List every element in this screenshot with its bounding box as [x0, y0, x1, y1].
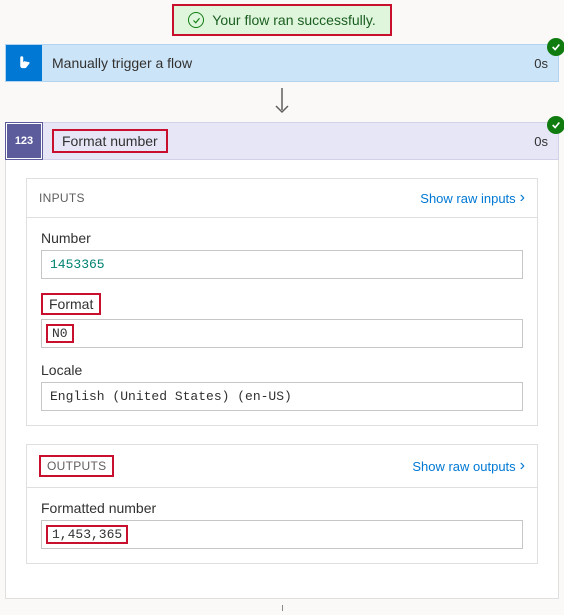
number-field-value: 1453365	[41, 250, 523, 279]
outputs-label: OUTPUTS	[39, 455, 114, 477]
show-raw-inputs-text: Show raw inputs	[420, 191, 515, 206]
step-details-panel: INPUTS Show raw inputs › Number 1453365 …	[5, 160, 559, 599]
format-field-label: Format	[41, 293, 101, 315]
success-text: Your flow ran successfully.	[212, 12, 375, 28]
show-raw-outputs-text: Show raw outputs	[412, 459, 515, 474]
flow-continuation	[4, 599, 560, 611]
number-field-label: Number	[41, 230, 523, 246]
check-circle-icon	[188, 12, 204, 28]
chevron-right-icon: ›	[520, 189, 525, 207]
hand-pointer-icon	[6, 45, 42, 81]
trigger-card[interactable]: Manually trigger a flow 0s	[5, 44, 559, 82]
show-raw-inputs-link[interactable]: Show raw inputs ›	[420, 189, 525, 207]
status-check-icon	[547, 116, 564, 134]
inputs-label: INPUTS	[39, 191, 85, 205]
result-value-text: 1,453,365	[46, 525, 128, 544]
trigger-title: Manually trigger a flow	[42, 45, 524, 81]
format-value-text: N0	[46, 324, 74, 343]
locale-field-value: English (United States) (en-US)	[41, 382, 523, 411]
step-title: Format number	[52, 129, 168, 153]
chevron-right-icon: ›	[520, 457, 525, 475]
flow-arrow	[4, 82, 560, 122]
format-number-card[interactable]: 123 Format number 0s	[5, 122, 559, 160]
inputs-section: INPUTS Show raw inputs › Number 1453365 …	[26, 178, 538, 426]
number-icon: 123	[6, 123, 42, 159]
result-field-value: 1,453,365	[41, 520, 523, 549]
success-banner: Your flow ran successfully.	[172, 4, 391, 36]
locale-field-label: Locale	[41, 362, 523, 378]
format-field-value: N0	[41, 319, 523, 348]
result-field-label: Formatted number	[41, 500, 523, 516]
outputs-section: OUTPUTS Show raw outputs › Formatted num…	[26, 444, 538, 564]
status-check-icon	[547, 38, 564, 56]
show-raw-outputs-link[interactable]: Show raw outputs ›	[412, 457, 525, 475]
